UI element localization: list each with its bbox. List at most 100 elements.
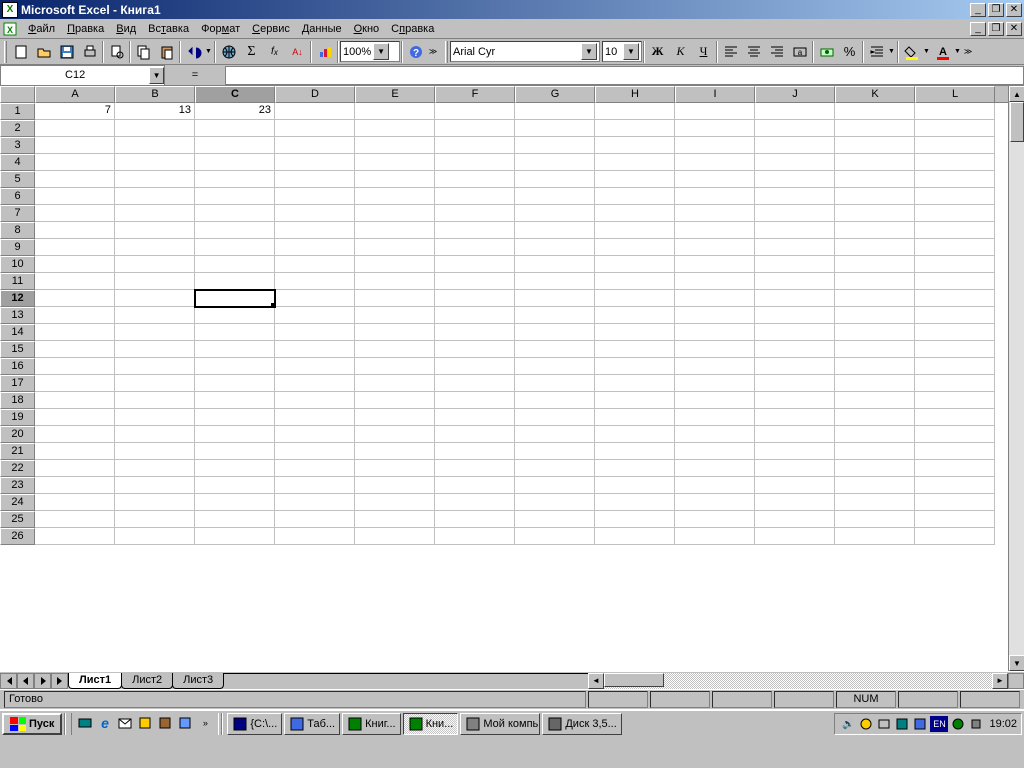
cell-G17[interactable] — [515, 375, 595, 392]
cell-A22[interactable] — [35, 460, 115, 477]
cell-C15[interactable] — [195, 341, 275, 358]
cell-C24[interactable] — [195, 494, 275, 511]
cell-C9[interactable] — [195, 239, 275, 256]
indent-button[interactable] — [865, 41, 888, 63]
menu-вид[interactable]: Вид — [110, 21, 142, 37]
cell-L16[interactable] — [915, 358, 995, 375]
cell-I14[interactable] — [675, 324, 755, 341]
cell-H6[interactable] — [595, 188, 675, 205]
cell-I19[interactable] — [675, 409, 755, 426]
cell-J13[interactable] — [755, 307, 835, 324]
cell-J23[interactable] — [755, 477, 835, 494]
cell-H1[interactable] — [595, 103, 675, 120]
cell-I2[interactable] — [675, 120, 755, 137]
cell-I15[interactable] — [675, 341, 755, 358]
zoom-combo[interactable]: 100% ▼ — [340, 41, 400, 62]
cell-H16[interactable] — [595, 358, 675, 375]
ql-app3-icon[interactable] — [175, 713, 195, 733]
cell-J9[interactable] — [755, 239, 835, 256]
cell-B2[interactable] — [115, 120, 195, 137]
cell-J1[interactable] — [755, 103, 835, 120]
doc-minimize-button[interactable]: _ — [970, 22, 986, 36]
cell-I13[interactable] — [675, 307, 755, 324]
tray-icon[interactable] — [912, 716, 928, 732]
cell-H20[interactable] — [595, 426, 675, 443]
cell-H11[interactable] — [595, 273, 675, 290]
cell-I23[interactable] — [675, 477, 755, 494]
cell-D15[interactable] — [275, 341, 355, 358]
cell-K21[interactable] — [835, 443, 915, 460]
cell-J25[interactable] — [755, 511, 835, 528]
cell-F18[interactable] — [435, 392, 515, 409]
print-button[interactable] — [78, 41, 101, 63]
cell-H13[interactable] — [595, 307, 675, 324]
cell-J2[interactable] — [755, 120, 835, 137]
cell-I24[interactable] — [675, 494, 755, 511]
select-all-corner[interactable] — [0, 86, 35, 103]
cell-A15[interactable] — [35, 341, 115, 358]
cell-H3[interactable] — [595, 137, 675, 154]
cell-A14[interactable] — [35, 324, 115, 341]
scroll-up-button[interactable]: ▲ — [1009, 86, 1024, 102]
cell-I18[interactable] — [675, 392, 755, 409]
col-header-G[interactable]: G — [515, 86, 595, 103]
bold-button[interactable]: Ж — [646, 41, 669, 63]
cell-F8[interactable] — [435, 222, 515, 239]
copy-button[interactable] — [132, 41, 155, 63]
cell-H4[interactable] — [595, 154, 675, 171]
row-header-10[interactable]: 10 — [0, 256, 35, 273]
cell-K5[interactable] — [835, 171, 915, 188]
tray-icon[interactable] — [876, 716, 892, 732]
cell-L11[interactable] — [915, 273, 995, 290]
cell-J19[interactable] — [755, 409, 835, 426]
cell-C25[interactable] — [195, 511, 275, 528]
cell-B3[interactable] — [115, 137, 195, 154]
row-header-8[interactable]: 8 — [0, 222, 35, 239]
cell-A4[interactable] — [35, 154, 115, 171]
row-header-6[interactable]: 6 — [0, 188, 35, 205]
cell-K19[interactable] — [835, 409, 915, 426]
cell-B24[interactable] — [115, 494, 195, 511]
cell-L13[interactable] — [915, 307, 995, 324]
cell-J21[interactable] — [755, 443, 835, 460]
cell-K15[interactable] — [835, 341, 915, 358]
cell-J22[interactable] — [755, 460, 835, 477]
cell-F24[interactable] — [435, 494, 515, 511]
row-header-13[interactable]: 13 — [0, 307, 35, 324]
cell-H8[interactable] — [595, 222, 675, 239]
cell-G19[interactable] — [515, 409, 595, 426]
cell-K17[interactable] — [835, 375, 915, 392]
cell-H5[interactable] — [595, 171, 675, 188]
cell-D8[interactable] — [275, 222, 355, 239]
row-header-23[interactable]: 23 — [0, 477, 35, 494]
cell-G24[interactable] — [515, 494, 595, 511]
cell-F2[interactable] — [435, 120, 515, 137]
sheet-tab-Лист2[interactable]: Лист2 — [121, 673, 173, 689]
cell-H2[interactable] — [595, 120, 675, 137]
zoom-dropdown-icon[interactable]: ▼ — [373, 43, 389, 60]
menu-справка[interactable]: Справка — [385, 21, 440, 37]
cell-L15[interactable] — [915, 341, 995, 358]
cell-L26[interactable] — [915, 528, 995, 545]
cell-G4[interactable] — [515, 154, 595, 171]
row-header-16[interactable]: 16 — [0, 358, 35, 375]
cell-I21[interactable] — [675, 443, 755, 460]
menu-окно[interactable]: Окно — [348, 21, 386, 37]
cell-F12[interactable] — [435, 290, 515, 307]
cell-E26[interactable] — [355, 528, 435, 545]
cell-K6[interactable] — [835, 188, 915, 205]
more-buttons-2[interactable]: ≫ — [962, 41, 974, 63]
cell-I9[interactable] — [675, 239, 755, 256]
cell-D4[interactable] — [275, 154, 355, 171]
cell-B18[interactable] — [115, 392, 195, 409]
cell-E13[interactable] — [355, 307, 435, 324]
cell-F16[interactable] — [435, 358, 515, 375]
task-button[interactable]: {C:\... — [227, 713, 282, 735]
cell-C1[interactable]: 23 — [195, 103, 275, 120]
row-header-14[interactable]: 14 — [0, 324, 35, 341]
col-header-L[interactable]: L — [915, 86, 995, 103]
cell-C11[interactable] — [195, 273, 275, 290]
cell-E2[interactable] — [355, 120, 435, 137]
cell-F6[interactable] — [435, 188, 515, 205]
cell-I10[interactable] — [675, 256, 755, 273]
